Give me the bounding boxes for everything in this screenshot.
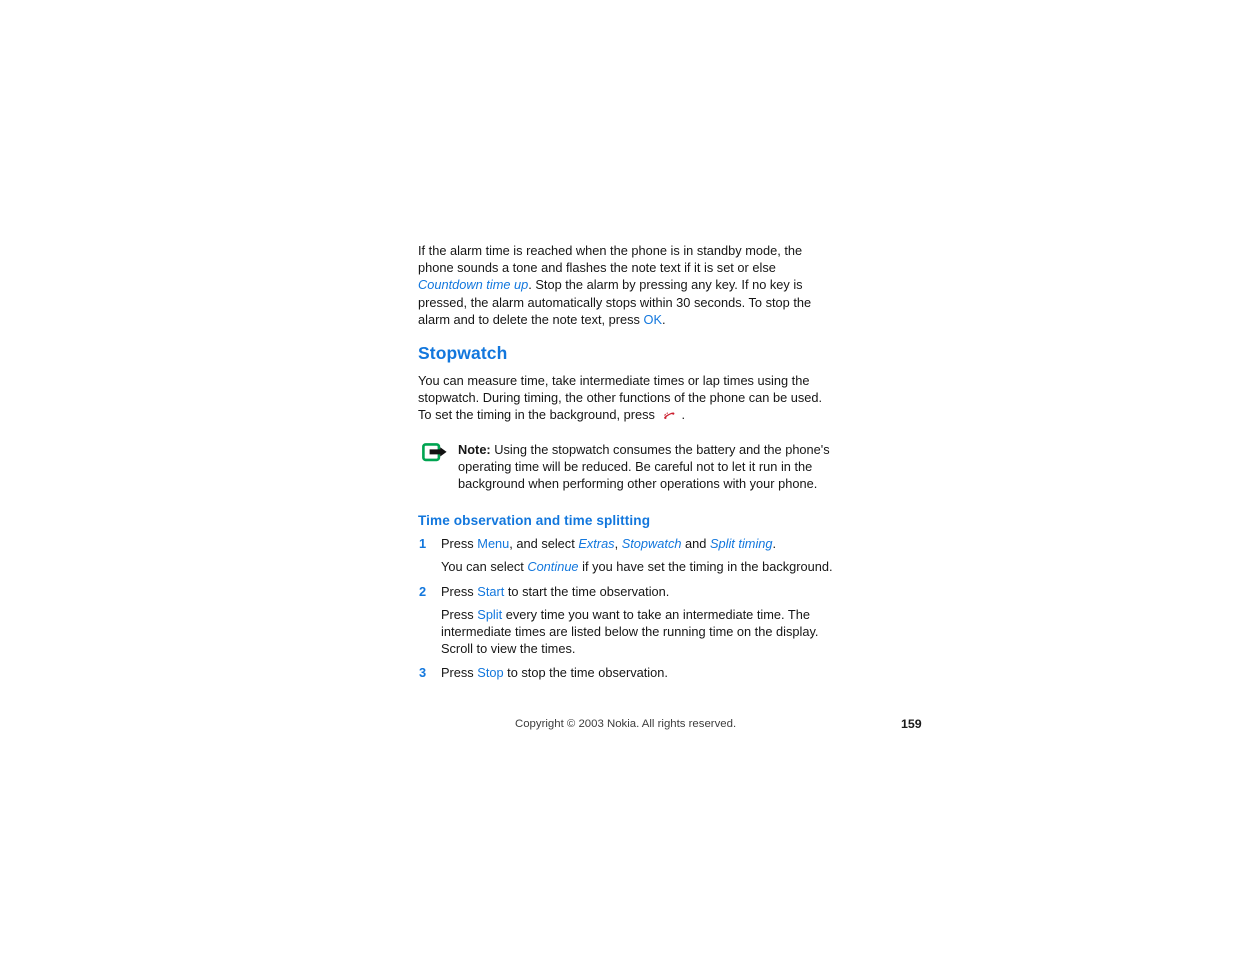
step1-mid3: and	[681, 536, 710, 552]
steps-list: 1 Press Menu, and select Extras, Stopwat…	[418, 535, 837, 681]
intro-paragraph: If the alarm time is reached when the ph…	[418, 242, 837, 328]
step-text: Press Menu, and select Extras, Stopwatch…	[441, 535, 837, 552]
document-page: If the alarm time is reached when the ph…	[0, 0, 1235, 954]
step1-mid1: , and select	[509, 536, 579, 552]
step-text: Press Stop to stop the time observation.	[441, 664, 837, 681]
stopwatch-paragraph: You can measure time, take intermediate …	[418, 372, 837, 424]
note-text: Note: Using the stopwatch consumes the b…	[458, 441, 837, 493]
page-content: If the alarm time is reached when the ph…	[418, 242, 837, 689]
subsection-heading-time-observation: Time observation and time splitting	[418, 513, 651, 529]
menu-item-continue: Continue	[527, 559, 579, 575]
step-number: 2	[419, 583, 427, 599]
step1-suffix: .	[772, 536, 777, 552]
step-text: Press Start to start the time observatio…	[441, 583, 837, 600]
step-subtext: Press Split every time you want to take …	[441, 606, 837, 658]
copyright-notice: Copyright © 2003 Nokia. All rights reser…	[515, 718, 737, 730]
note-arrow-icon	[422, 442, 450, 463]
step1-sub-suffix: if you have set the timing in the backgr…	[578, 559, 833, 575]
end-call-key-icon	[661, 408, 677, 420]
intro-text-part3: .	[662, 311, 666, 327]
softkey-split: Split	[477, 606, 503, 622]
softkey-stop: Stop	[477, 665, 504, 681]
page-footer: Copyright © 2003 Nokia. All rights reser…	[0, 716, 1235, 736]
list-item: 3 Press Stop to stop the time observatio…	[418, 664, 837, 681]
step-number: 1	[419, 536, 427, 552]
note-body: Using the stopwatch consumes the battery…	[458, 441, 830, 492]
step-subtext: You can select Continue if you have set …	[441, 558, 837, 575]
list-item: 1 Press Menu, and select Extras, Stopwat…	[418, 535, 837, 575]
term-countdown-time-up: Countdown time up	[418, 277, 529, 293]
softkey-menu: Menu	[477, 536, 510, 552]
list-item: 2 Press Start to start the time observat…	[418, 583, 837, 658]
menu-item-stopwatch: Stopwatch	[621, 536, 682, 552]
step2-prefix: Press	[441, 583, 478, 599]
stopwatch-text-part1: You can measure time, take intermediate …	[418, 373, 823, 423]
stopwatch-text-part2: .	[681, 407, 685, 423]
step1-mid2: ,	[614, 536, 622, 552]
menu-item-split-timing: Split timing	[709, 536, 773, 552]
step3-suffix: to stop the time observation.	[503, 665, 668, 681]
section-heading-stopwatch: Stopwatch	[418, 343, 508, 364]
note-label: Note:	[458, 441, 491, 457]
menu-item-extras: Extras	[578, 536, 615, 552]
step1-sub-prefix: You can select	[441, 559, 528, 575]
softkey-start: Start	[477, 583, 505, 599]
step2-sub-prefix: Press	[441, 606, 478, 622]
step-number: 3	[419, 665, 427, 681]
step2-suffix: to start the time observation.	[504, 583, 670, 599]
step1-prefix: Press	[441, 536, 478, 552]
page-number: 159	[901, 717, 922, 731]
note-callout: Note: Using the stopwatch consumes the b…	[418, 441, 837, 493]
intro-text-part1: If the alarm time is reached when the ph…	[418, 243, 803, 276]
step3-prefix: Press	[441, 665, 478, 681]
softkey-ok: OK	[643, 311, 663, 327]
